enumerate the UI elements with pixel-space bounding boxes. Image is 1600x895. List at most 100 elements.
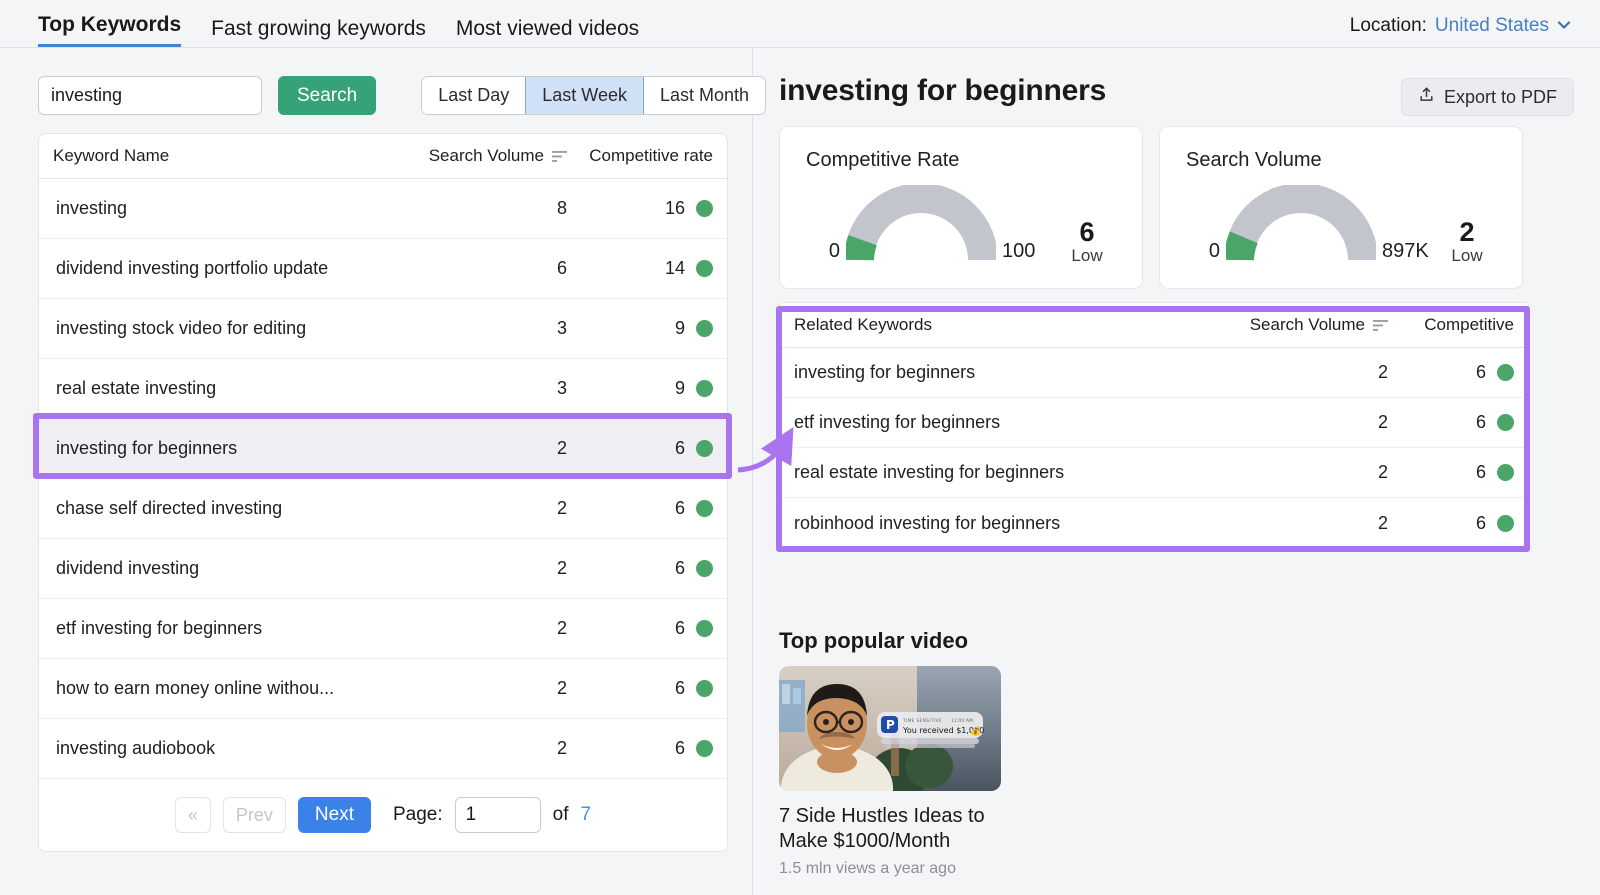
related-keywords-body: investing for beginners26etf investing f… [780, 348, 1528, 548]
cell-related-keyword-name: investing for beginners [780, 362, 1178, 383]
range-last-day[interactable]: Last Day [422, 77, 525, 114]
table-row[interactable]: investing stock video for editing39 [39, 299, 727, 359]
cell-search-volume: 2 [392, 438, 567, 459]
cell-keyword-name: investing audiobook [39, 738, 392, 759]
gauge-level: Low [1430, 246, 1504, 266]
cell-competitive-rate-value: 6 [675, 738, 685, 759]
next-page-button[interactable]: Next [298, 797, 371, 833]
column-search-volume-label: Search Volume [429, 146, 544, 166]
gauge-min: 0 [1180, 240, 1220, 265]
status-dot-icon [696, 680, 713, 697]
table-row[interactable]: real estate investing39 [39, 359, 727, 419]
status-dot-icon [696, 200, 713, 217]
status-dot-icon [1497, 364, 1514, 381]
top-popular-video-heading: Top popular video [779, 628, 968, 654]
gauge-title: Search Volume [1186, 149, 1322, 172]
left-panel: Search Last Day Last Week Last Month Key… [0, 48, 752, 895]
cell-competitive-rate-value: 6 [675, 558, 685, 579]
gauge-area: 0 897K [1180, 185, 1429, 265]
related-keyword-row[interactable]: investing for beginners26 [780, 348, 1528, 398]
related-keyword-row[interactable]: robinhood investing for beginners2 6 [780, 498, 1528, 548]
prev-page-button[interactable]: Prev [223, 797, 286, 833]
cell-related-search-volume: 2 [1178, 412, 1388, 433]
search-input[interactable] [38, 76, 262, 115]
related-keyword-row[interactable]: etf investing for beginners26 [780, 398, 1528, 448]
svg-text:11:00 AM: 11:00 AM [951, 718, 973, 724]
table-row[interactable]: chase self directed investing26 [39, 479, 727, 539]
search-volume-card: Search Volume 0 897K 2 Low [1159, 126, 1523, 289]
location-selector[interactable]: Location: United States [1350, 15, 1570, 37]
gauge-value-group: 2 Low [1430, 218, 1504, 266]
status-dot-icon [1497, 515, 1514, 532]
cell-related-search-volume: 2 [1178, 513, 1388, 534]
range-last-week[interactable]: Last Week [525, 77, 644, 114]
export-to-pdf-button[interactable]: Export to PDF [1401, 78, 1574, 116]
cell-search-volume: 8 [392, 198, 567, 219]
chevron-down-icon [1557, 18, 1570, 31]
tab-label: Most viewed videos [456, 17, 639, 40]
column-competitive-rate[interactable]: Competitive rate [567, 146, 727, 166]
cell-related-competitive-value: 6 [1476, 412, 1486, 433]
cell-competitive-rate: 9 [567, 378, 727, 399]
sort-descending-icon[interactable] [1373, 319, 1388, 332]
cell-keyword-name: dividend investing [39, 558, 392, 579]
table-row[interactable]: dividend investing26 [39, 539, 727, 599]
column-related-competitive[interactable]: Competitive [1388, 315, 1528, 335]
cell-competitive-rate-value: 6 [675, 498, 685, 519]
cell-related-competitive: 6 [1388, 462, 1528, 483]
video-thumbnail-image: P TIME SENSITIVE 11:00 AM You received $… [779, 666, 1001, 791]
status-dot-icon [696, 260, 713, 277]
video-title[interactable]: 7 Side Hustles Ideas to Make $1000/Month [779, 804, 1019, 854]
status-dot-icon [1497, 464, 1514, 481]
status-dot-icon [696, 320, 713, 337]
video-thumbnail[interactable]: P TIME SENSITIVE 11:00 AM You received $… [779, 666, 1001, 791]
cell-related-competitive: 6 [1388, 412, 1528, 433]
cell-related-competitive-value: 6 [1476, 462, 1486, 483]
cell-keyword-name: investing stock video for editing [39, 318, 392, 339]
cell-related-search-volume: 2 [1178, 462, 1388, 483]
table-row[interactable]: investing816 [39, 179, 727, 239]
page-title: investing for beginners [779, 74, 1106, 108]
cell-competitive-rate-value: 9 [675, 318, 685, 339]
cell-competitive-rate-value: 9 [675, 378, 685, 399]
tab-top-keywords[interactable]: Top Keywords [38, 14, 181, 48]
table-row[interactable]: investing audiobook26 [39, 719, 727, 779]
top-tab-bar: Top Keywords Fast growing keywords Most … [0, 0, 1600, 48]
cell-keyword-name: dividend investing portfolio update [39, 258, 392, 279]
range-last-month[interactable]: Last Month [644, 77, 765, 114]
svg-text:P: P [886, 718, 895, 732]
gauge-value: 2 [1430, 218, 1504, 246]
related-keyword-row[interactable]: real estate investing for beginners26 [780, 448, 1528, 498]
table-row[interactable]: dividend investing portfolio update614 [39, 239, 727, 299]
column-related-keywords[interactable]: Related Keywords [780, 315, 1178, 335]
tab-fast-growing-keywords[interactable]: Fast growing keywords [211, 18, 426, 48]
cell-search-volume: 3 [392, 378, 567, 399]
cell-competitive-rate: 6 [567, 498, 727, 519]
cell-competitive-rate: 14 [567, 258, 727, 279]
search-button[interactable]: Search [278, 76, 376, 115]
status-dot-icon [1497, 414, 1514, 431]
table-row[interactable]: how to earn money online withou...26 [39, 659, 727, 719]
status-dot-icon [696, 740, 713, 757]
column-keyword-name[interactable]: Keyword Name [39, 146, 392, 166]
tab-list: Top Keywords Fast growing keywords Most … [0, 14, 639, 48]
column-search-volume[interactable]: Search Volume [392, 146, 567, 166]
cell-related-competitive-value: 6 [1476, 513, 1486, 534]
table-row[interactable]: investing for beginners26 [39, 419, 727, 479]
cell-related-search-volume: 2 [1178, 362, 1388, 383]
cell-keyword-name: chase self directed investing [39, 498, 392, 519]
cell-related-keyword-name: robinhood investing for beginners [780, 513, 1178, 534]
first-page-button[interactable]: « [175, 797, 211, 833]
tab-most-viewed-videos[interactable]: Most viewed videos [456, 18, 639, 48]
column-related-search-volume[interactable]: Search Volume [1178, 315, 1388, 335]
related-keywords-table: Related Keywords Search Volume Competiti… [779, 302, 1529, 549]
cell-competitive-rate-value: 16 [665, 198, 685, 219]
date-range-toggle: Last Day Last Week Last Month [421, 76, 766, 115]
sort-descending-icon[interactable] [552, 150, 567, 163]
keywords-table-card: Keyword Name Search Volume Competitive r… [38, 133, 728, 852]
cell-keyword-name: etf investing for beginners [39, 618, 392, 639]
table-row[interactable]: etf investing for beginners26 [39, 599, 727, 659]
page-number-input[interactable] [455, 797, 541, 833]
cell-competitive-rate: 16 [567, 198, 727, 219]
cell-competitive-rate: 6 [567, 738, 727, 759]
